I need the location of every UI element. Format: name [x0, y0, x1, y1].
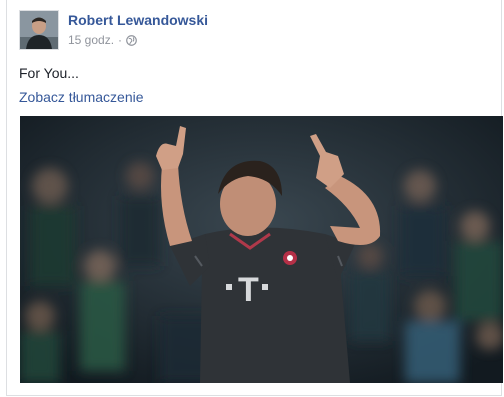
author-avatar[interactable]: [19, 10, 59, 50]
avatar-image: [20, 11, 58, 49]
post-card: Robert Lewandowski 15 godz. · For You...…: [6, 0, 503, 396]
post-timestamp[interactable]: 15 godz.: [68, 33, 114, 47]
see-translation-link[interactable]: Zobacz tłumaczenie: [19, 89, 144, 105]
author-name-link[interactable]: Robert Lewandowski: [68, 12, 208, 28]
post-message: For You...: [19, 65, 79, 81]
globe-icon[interactable]: [126, 34, 137, 46]
svg-text:T: T: [238, 271, 259, 309]
post-meta: 15 godz. ·: [68, 33, 137, 47]
meta-separator: ·: [118, 33, 123, 47]
post-photo[interactable]: T: [20, 116, 503, 383]
photo-image: T: [20, 116, 503, 383]
post-header: Robert Lewandowski 15 godz. ·: [19, 10, 489, 52]
